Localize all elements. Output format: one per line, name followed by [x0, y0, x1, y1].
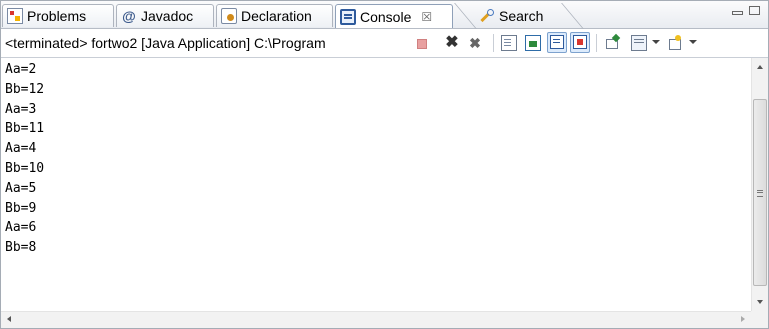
minimize-icon[interactable]	[732, 11, 743, 15]
chevron-down-icon[interactable]	[689, 40, 697, 44]
console-line: Aa=5	[5, 180, 37, 196]
tab-label: Javadoc	[141, 8, 194, 24]
stderr-icon	[573, 35, 587, 49]
process-label: <terminated> fortwo2 [Java Application] …	[5, 35, 326, 51]
tab-search[interactable]: Search	[475, 4, 563, 27]
console-line: Aa=6	[5, 220, 37, 236]
tab-declaration[interactable]: Declaration	[216, 4, 333, 27]
tab-label: Console	[360, 8, 412, 25]
console-line: Bb=10	[5, 160, 45, 176]
chevron-down-icon[interactable]	[652, 40, 660, 44]
console-line: Bb=12	[5, 81, 45, 97]
scrollbar-corner	[751, 311, 768, 328]
stdout-icon	[550, 35, 564, 49]
remove-launch-icon[interactable]: ✖	[444, 35, 460, 51]
console-toolbar: <terminated> fortwo2 [Java Application] …	[1, 29, 768, 58]
display-console-icon[interactable]	[631, 35, 647, 51]
close-icon[interactable]: ☒	[421, 10, 432, 24]
tab-problems[interactable]: Problems	[2, 4, 114, 27]
show-on-stdout-button[interactable]	[547, 32, 567, 53]
clear-console-icon[interactable]	[501, 35, 517, 51]
view-window-controls	[732, 6, 760, 15]
problems-icon	[7, 8, 23, 24]
scroll-up-icon[interactable]	[752, 58, 768, 75]
vertical-scroll-thumb[interactable]	[753, 99, 767, 286]
tab-console[interactable]: Console ☒	[335, 4, 453, 28]
show-on-stderr-button[interactable]	[570, 32, 590, 53]
console-line: Bb=8	[5, 240, 37, 256]
console-line: Bb=9	[5, 200, 37, 216]
scroll-down-icon[interactable]	[752, 294, 768, 311]
declaration-icon	[221, 8, 237, 24]
at-icon: @	[122, 8, 136, 24]
horizontal-scrollbar[interactable]	[1, 311, 751, 328]
vertical-scrollbar[interactable]	[751, 58, 768, 311]
open-console-icon[interactable]	[668, 35, 684, 51]
tab-label: Problems	[27, 8, 87, 24]
scroll-lock-icon[interactable]	[525, 35, 541, 51]
scroll-right-icon[interactable]	[734, 312, 751, 328]
console-line: Aa=2	[5, 62, 37, 77]
tab-label: Declaration	[241, 8, 312, 24]
console-line: Bb=11	[5, 121, 45, 137]
console-output[interactable]: Aa=2 Bb=12 Aa=3 Bb=11 Aa=4 Bb=10 Aa=5 Bb…	[1, 58, 751, 311]
tab-javadoc[interactable]: @ Javadoc	[116, 4, 214, 27]
view-tab-bar: Problems @ Javadoc Declaration Console ☒…	[1, 1, 768, 29]
maximize-icon[interactable]	[749, 6, 760, 15]
console-line: Aa=3	[5, 101, 37, 117]
tab-label: Search	[499, 7, 544, 24]
console-icon	[340, 8, 356, 25]
scroll-left-icon[interactable]	[1, 312, 18, 328]
console-view: Problems @ Javadoc Declaration Console ☒…	[0, 0, 769, 329]
console-line: Aa=4	[5, 141, 37, 157]
search-icon	[479, 8, 495, 24]
terminate-icon[interactable]	[417, 39, 427, 49]
remove-all-terminated-icon[interactable]: ✖	[467, 35, 483, 51]
pin-console-icon[interactable]	[605, 35, 621, 51]
